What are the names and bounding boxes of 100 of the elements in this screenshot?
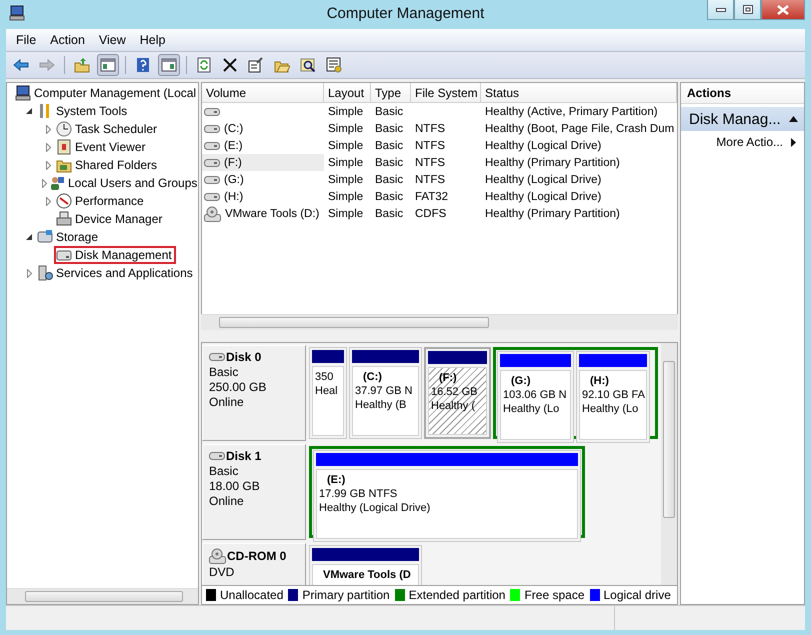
clock-icon: [56, 121, 72, 137]
partition-status: Healthy (Lo: [503, 403, 560, 415]
pane-toggle-icon[interactable]: [161, 57, 177, 73]
computer-icon: [15, 85, 31, 101]
table-cell-text: NTFS: [414, 122, 446, 136]
services-icon: [37, 265, 53, 281]
device-icon: [56, 211, 72, 227]
right-arrow-icon: [791, 138, 796, 146]
collapse-arrow-icon: [789, 116, 798, 122]
menu-item[interactable]: File: [10, 33, 42, 47]
tree-item[interactable]: Computer Management (Local: [13, 84, 200, 102]
partition-block[interactable]: 350 Heal: [309, 347, 347, 439]
tree-item[interactable]: Shared Folders: [54, 156, 162, 174]
help-icon[interactable]: [135, 57, 151, 73]
settings-icon[interactable]: [326, 57, 342, 73]
column-header[interactable]: Status: [481, 83, 677, 103]
partition-block[interactable]: (G:) 103.06 GB N Healthy (Lo: [497, 351, 574, 443]
table-cell-text: Simple: [327, 122, 364, 136]
drive-entry[interactable]: (C:): [202, 120, 324, 137]
partition-color-bar: [579, 354, 647, 367]
partition-status: Healthy (Logical Drive): [319, 502, 432, 514]
collapsed-arrow-icon[interactable]: [26, 268, 32, 278]
tree-item[interactable]: Local Users and Groups: [47, 174, 202, 192]
maximize-button[interactable]: [734, 0, 761, 20]
partition-status: Healthy (Lo: [582, 403, 640, 415]
tree-item[interactable]: Disk Management: [54, 246, 176, 264]
delete-icon[interactable]: [222, 57, 238, 73]
column-header[interactable]: Layout: [324, 83, 371, 103]
collapsed-arrow-icon[interactable]: [46, 160, 50, 170]
tree-item[interactable]: Event Viewer: [54, 138, 150, 156]
tree-item[interactable]: Services and Applications: [35, 264, 197, 282]
partition-size: 16.52 GB: [431, 386, 478, 398]
column-header[interactable]: Type: [371, 83, 411, 103]
drive-entry[interactable]: (E:): [202, 137, 324, 154]
drive-icon: [204, 158, 220, 168]
volume-name: (H:): [223, 190, 244, 202]
tree-item[interactable]: Storage: [35, 228, 102, 246]
disk-detail: Basic: [209, 464, 240, 478]
collapsed-arrow-icon[interactable]: [46, 142, 50, 152]
collapsed-arrow-icon[interactable]: [46, 196, 50, 206]
partition-block[interactable]: (F:) 16.52 GB Healthy (: [424, 347, 491, 439]
table-cell-text: Healthy (Logical Drive): [484, 190, 602, 204]
drive-entry[interactable]: (F:): [202, 154, 324, 171]
drive-entry[interactable]: VMware Tools (D:): [202, 205, 324, 222]
disk-detail: Online: [209, 494, 245, 508]
table-cell-text: Basic: [374, 138, 404, 154]
partition-color-bar: [312, 350, 344, 363]
menu-item[interactable]: Action: [44, 33, 91, 47]
disk-detail: Basic: [209, 365, 240, 379]
partition-status: Healthy (B: [355, 399, 408, 411]
table-cell-text: Simple: [327, 104, 364, 120]
minimize-button[interactable]: [707, 0, 734, 20]
table-cell-text: NTFS: [414, 172, 446, 188]
legend-label: Unallocated: [220, 588, 284, 602]
tree-item[interactable]: Performance: [54, 192, 148, 210]
table-cell-text: FAT32: [414, 190, 450, 204]
expanded-arrow-icon[interactable]: [26, 108, 32, 114]
tree-item[interactable]: System Tools: [35, 102, 132, 120]
collapsed-arrow-icon[interactable]: [46, 124, 50, 134]
column-header[interactable]: File System: [411, 83, 481, 103]
action-link[interactable]: More Actio...: [681, 131, 804, 153]
horizontal-scrollbar[interactable]: [7, 588, 198, 604]
back-arrow-icon[interactable]: [13, 57, 29, 73]
refresh-icon[interactable]: [196, 57, 212, 73]
horizontal-scrollbar[interactable]: [201, 314, 678, 330]
menu-item[interactable]: Help: [134, 33, 172, 47]
table-cell-text: Healthy (Primary Partition): [484, 206, 621, 222]
log-icon: [56, 139, 72, 155]
menu-item[interactable]: View: [92, 33, 132, 47]
collapsed-arrow-icon[interactable]: [42, 178, 47, 188]
table-cell-text: Simple: [327, 156, 364, 170]
partition-block[interactable]: (C:) 37.97 GB N Healthy (B: [349, 347, 422, 439]
partition-block[interactable]: (H:) 92.10 GB FA Healthy (Lo: [576, 351, 650, 443]
disk-name: Disk 0: [226, 350, 262, 364]
search-icon[interactable]: [300, 57, 316, 73]
vertical-scrollbar[interactable]: [661, 343, 677, 585]
volume-name: (F:): [223, 156, 243, 168]
drive-entry[interactable]: (G:): [202, 171, 324, 188]
table-cell-text: Simple: [327, 138, 364, 154]
tree-item[interactable]: Task Scheduler: [54, 120, 162, 138]
legend-label: Free space: [524, 588, 584, 602]
folder-up-icon[interactable]: [74, 57, 90, 73]
expanded-arrow-icon[interactable]: [26, 234, 32, 240]
table-cell-text: Healthy (Logical Drive): [484, 172, 602, 188]
tree-item[interactable]: Device Manager: [54, 210, 166, 228]
close-button[interactable]: [761, 0, 805, 20]
action-section-header[interactable]: Disk Manag...: [681, 107, 804, 131]
partition-size: 17.99 GB NTFS: [319, 488, 398, 500]
column-header[interactable]: Volume: [202, 83, 324, 103]
close-icon: [777, 4, 789, 14]
partition-block[interactable]: VMware Tools (D: [309, 545, 422, 585]
disk-name: Disk 1: [226, 449, 262, 463]
properties-icon[interactable]: [248, 57, 264, 73]
partition-size: 92.10 GB FA: [582, 389, 646, 401]
pane-toggle-icon[interactable]: [100, 57, 116, 73]
drive-entry[interactable]: (H:): [202, 188, 324, 205]
volume-name: (C:): [223, 122, 244, 134]
gauge-icon: [56, 193, 72, 209]
storage-icon: [37, 229, 53, 245]
partition-block[interactable]: (E:) 17.99 GB NTFS Healthy (Logical Drive): [313, 450, 581, 542]
